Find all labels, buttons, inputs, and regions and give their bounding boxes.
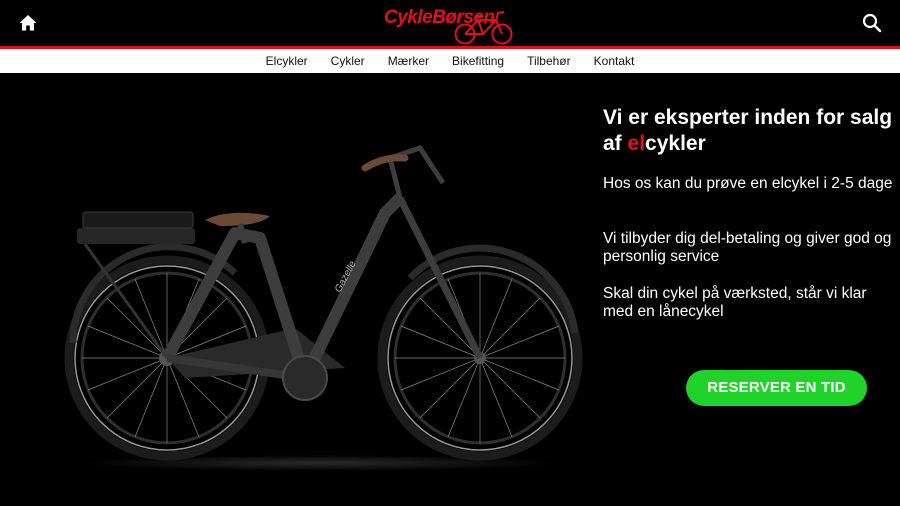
site-logo[interactable]: CykleBørsen	[380, 2, 520, 45]
nav-item-maerker[interactable]: Mærker	[376, 49, 440, 73]
hero-paragraph-payment: Vi tilbyder dig del-betaling og giver go…	[603, 230, 892, 265]
main-nav: Elcykler Cykler Mærker Bikefitting Tilbe…	[0, 49, 900, 73]
headline-accent: el	[627, 132, 646, 155]
nav-item-elcykler[interactable]: Elcykler	[254, 49, 319, 73]
nav-item-tilbehoer[interactable]: Tilbehør	[516, 49, 583, 73]
nav-item-cykler[interactable]: Cykler	[319, 49, 376, 73]
top-header: CykleBørsen	[0, 0, 900, 46]
hero-paragraph-trial: Hos os kan du prøve en elcykel i 2-5 dag…	[603, 175, 893, 192]
search-icon[interactable]	[862, 13, 882, 33]
nav-item-bikefitting[interactable]: Bikefitting	[441, 49, 516, 73]
reserve-appointment-button[interactable]: RESERVER EN TID	[686, 370, 867, 406]
home-icon[interactable]	[18, 13, 38, 33]
e-bike-image: Gazelle	[64, 145, 583, 471]
logo-bike-icon	[454, 11, 513, 45]
hero-paragraph-service: Skal din cykel på værksted, står vi klar…	[603, 285, 867, 320]
hero-headline: Vi er eksperter inden for salg af elcykl…	[603, 105, 893, 157]
nav-item-kontakt[interactable]: Kontakt	[582, 49, 646, 73]
hero-section: Gazelle Vi er eksperter inden for salg a…	[0, 73, 900, 506]
headline-part2: cykler	[645, 132, 706, 155]
